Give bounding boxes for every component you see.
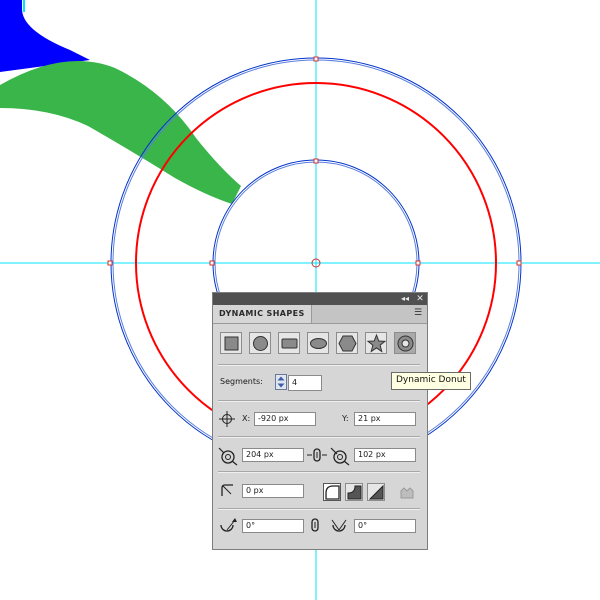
link-chain-icon[interactable] [307,447,327,463]
polygon-shape-button[interactable] [336,332,358,354]
corner-radius-icon [221,484,233,496]
x-label: X: [242,414,251,423]
corner-options-icon[interactable] [398,483,416,501]
hexagon-icon [338,335,357,352]
anchor-point[interactable] [415,260,421,266]
divider [218,400,420,402]
inverted-corner-button[interactable] [345,483,363,501]
oval-icon [310,338,327,349]
double-chevron-icon[interactable]: ◂◂ [399,293,411,305]
panel-tab-row: DYNAMIC SHAPES ☰ [213,305,427,324]
rounded-rect-shape-button[interactable] [278,332,300,354]
angle-link-icon[interactable] [309,517,323,533]
panel-title-bar[interactable]: ◂◂ ✕ [213,293,427,305]
square-icon [224,336,239,351]
divider [218,508,420,510]
panel-tab-dynamic-shapes[interactable]: DYNAMIC SHAPES [213,305,312,323]
anchor-point[interactable] [107,260,113,266]
round-corner-icon [325,485,340,500]
inner-radius-icon [330,447,350,466]
end-angle-icon [331,519,347,532]
donut-shape-button[interactable] [394,332,416,354]
inverted-corner-icon [347,485,362,500]
y-position-input[interactable]: 21 px [354,412,416,426]
end-angle-input[interactable]: 0° [354,519,416,533]
anchor-point[interactable] [209,260,215,266]
segments-input[interactable]: 4 [288,375,322,391]
x-position-input[interactable]: -920 px [254,412,316,426]
close-icon[interactable]: ✕ [414,293,426,305]
divider [218,471,420,473]
inner-radius-input[interactable]: 102 px [354,448,416,462]
chamfer-corner-icon [368,484,384,500]
chamfer-corner-button[interactable] [367,483,385,501]
ellipse-shape-button[interactable] [249,332,271,354]
panel-menu-icon[interactable]: ☰ [413,308,423,318]
segments-label: Segments: [220,377,263,386]
round-corner-button[interactable] [323,483,341,501]
rectangle-shape-button[interactable] [220,332,242,354]
oval-shape-button[interactable] [307,332,329,354]
rounded-rect-icon [281,338,298,349]
start-angle-icon [220,518,237,532]
segments-stepper[interactable] [275,374,287,390]
corner-radius-input[interactable]: 0 px [242,484,304,498]
divider [218,436,420,438]
outer-radius-input[interactable]: 204 px [242,448,304,462]
star-shape-button[interactable] [365,332,387,354]
donut-icon [397,335,414,352]
y-label: Y: [342,414,349,423]
divider [218,364,420,366]
crosshair-icon [219,411,235,427]
green-swoosh-shape[interactable] [0,60,241,204]
tooltip-dynamic-donut: Dynamic Donut [391,372,471,390]
anchor-point[interactable] [313,158,319,164]
anchor-point[interactable] [516,260,522,266]
anchor-point[interactable] [313,56,319,62]
outer-radius-icon [218,447,238,466]
circle-icon [253,336,268,351]
star-icon [366,333,386,353]
start-angle-input[interactable]: 0° [242,519,304,533]
